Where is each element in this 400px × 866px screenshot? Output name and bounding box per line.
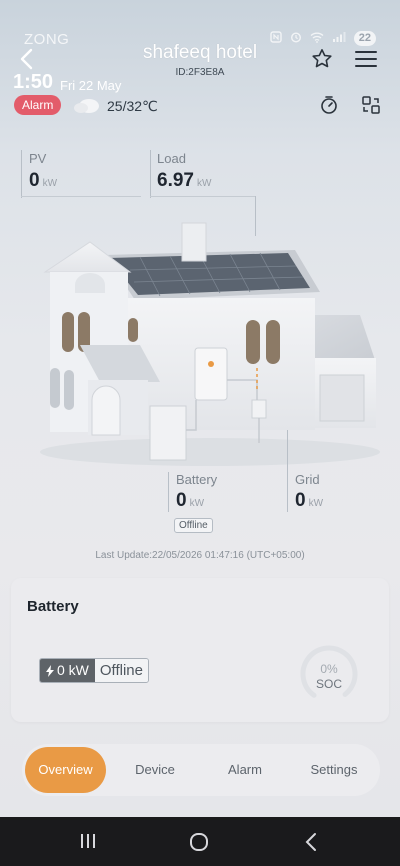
- load-reading: 6.97 kW: [157, 170, 211, 192]
- battery-card-title: Battery: [27, 598, 79, 615]
- grid-unit: kW: [308, 498, 324, 509]
- current-date: Fri 22 May: [60, 78, 122, 93]
- page-title: shafeeq hotel: [142, 42, 258, 63]
- pv-connector-line: [21, 150, 22, 198]
- battery-power-chip: 0 kW Offline: [39, 658, 149, 683]
- star-icon: [312, 49, 332, 68]
- current-time: 1:50: [13, 71, 54, 93]
- favorite-button[interactable]: [310, 47, 334, 71]
- grid-label: Grid: [295, 472, 320, 487]
- grid-reading: 0 kW: [295, 490, 323, 512]
- swap-icon: [362, 96, 380, 114]
- pv-unit: kW: [42, 178, 58, 189]
- load-label: Load: [157, 151, 186, 166]
- system-back-button[interactable]: [303, 832, 319, 857]
- back-icon: [305, 833, 316, 851]
- pv-label: PV: [29, 151, 47, 166]
- lightning-icon: [46, 664, 54, 677]
- tab-device[interactable]: Device: [118, 747, 192, 793]
- pv-connector-horizontal: [21, 196, 141, 197]
- soc-percent: 0%: [320, 662, 338, 676]
- tab-settings[interactable]: Settings: [296, 747, 372, 793]
- recent-apps-icon: [81, 834, 95, 848]
- tab-overview[interactable]: Overview: [25, 747, 106, 793]
- alarm-badge[interactable]: Alarm: [14, 95, 62, 115]
- battery-status-tag: Offline: [174, 518, 213, 533]
- load-connector-horizontal: [150, 196, 256, 197]
- recent-apps-button[interactable]: [78, 832, 98, 855]
- house-illustration: [40, 222, 380, 466]
- timer-button[interactable]: [315, 91, 343, 119]
- grid-connector-line: [287, 430, 288, 512]
- pv-value: 0: [29, 170, 40, 191]
- battery-label: Battery: [176, 472, 218, 487]
- battery-connector-line: [168, 472, 169, 512]
- switch-device-button[interactable]: [357, 91, 385, 119]
- cloudy-weather-icon: [72, 95, 102, 115]
- battery-power-value: 0 kW: [57, 662, 89, 678]
- load-connector-drop: [255, 196, 256, 236]
- battery-reading: 0 kW: [176, 490, 204, 512]
- temperature: 25/32℃: [107, 98, 158, 114]
- tab-alarm[interactable]: Alarm: [208, 747, 282, 793]
- soc-label: SOC: [315, 677, 342, 691]
- battery-power: 0 kW: [40, 659, 95, 682]
- home-icon: [190, 833, 208, 851]
- home-button[interactable]: [189, 832, 209, 857]
- battery-unit: kW: [189, 498, 205, 509]
- battery-value: 0: [176, 490, 187, 511]
- stopwatch-icon: [321, 96, 337, 114]
- load-unit: kW: [196, 178, 212, 189]
- device-id: ID:2F3E8A: [175, 67, 225, 78]
- load-value: 6.97: [157, 170, 194, 191]
- hamburger-menu-icon: [355, 51, 377, 67]
- battery-status: Offline: [94, 659, 148, 682]
- load-connector-line: [150, 150, 151, 198]
- pv-reading: 0 kW: [29, 170, 57, 192]
- grid-value: 0: [295, 490, 306, 511]
- menu-button[interactable]: [354, 49, 378, 69]
- last-update-timestamp: Last Update:22/05/2026 01:47:16 (UTC+05:…: [95, 550, 305, 561]
